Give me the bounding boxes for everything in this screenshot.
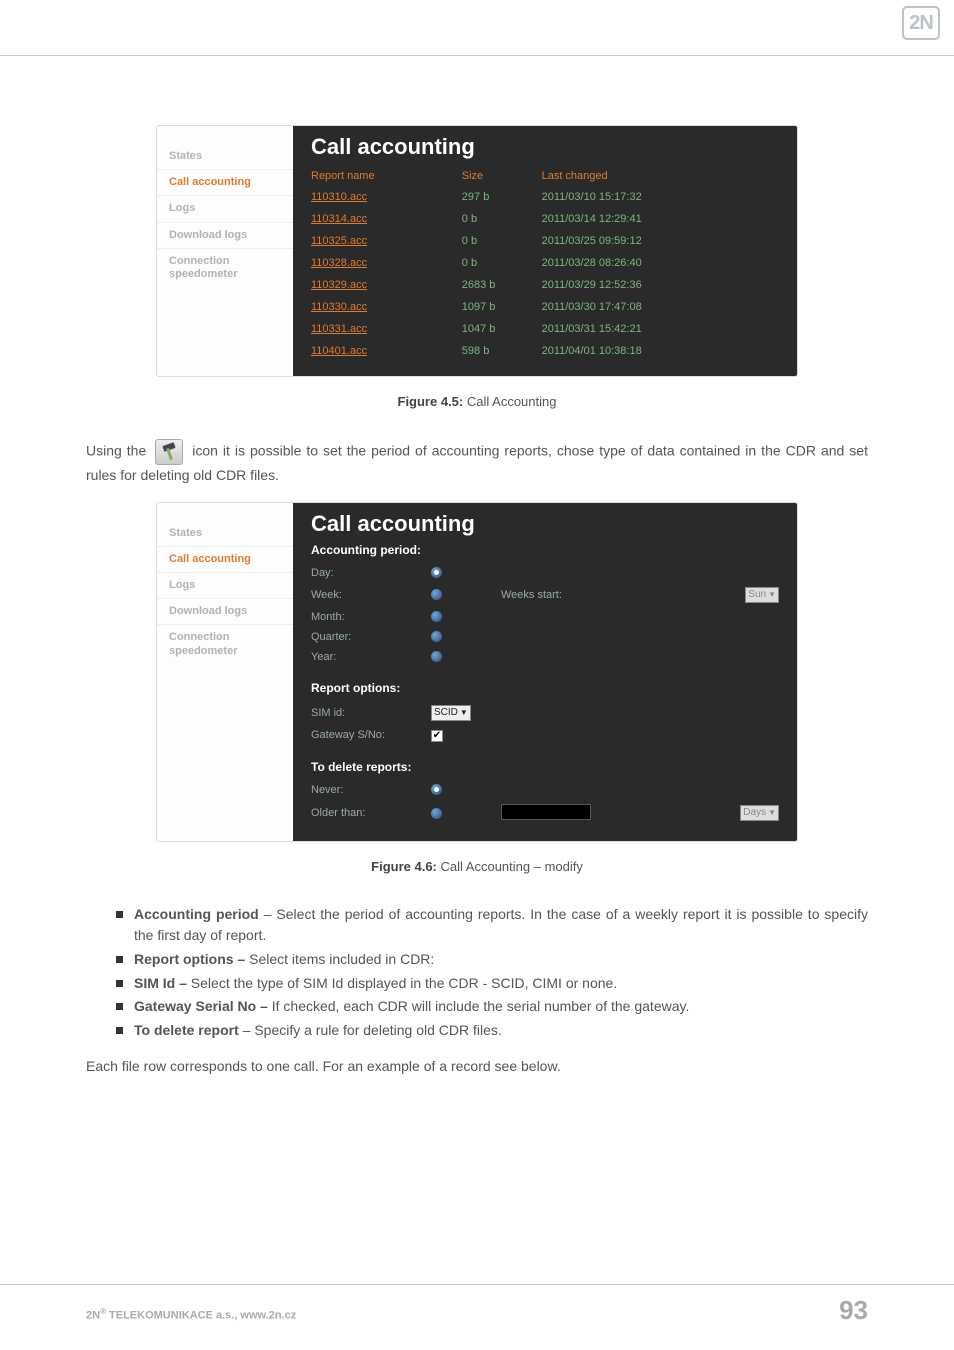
report-changed: 2011/03/28 08:26:40 [542, 252, 779, 274]
list-item: Report options – Select items included i… [116, 949, 868, 971]
sidebar-item-states: States [157, 521, 293, 547]
table-row: 110328.acc0 b2011/03/28 08:26:40 [311, 252, 779, 274]
screenshot-call-accounting-modify: States Call accounting Logs Download log… [157, 503, 797, 841]
report-changed: 2011/03/14 12:29:41 [542, 208, 779, 230]
checkbox-gateway-sno[interactable]: ✔ [431, 730, 443, 742]
row-sim-id: SIM id: SCID▼ [311, 701, 779, 725]
list-item: SIM Id – Select the type of SIM Id displ… [116, 973, 868, 995]
panel1-main: Call accounting Report name Size Last ch… [293, 126, 797, 376]
radio-year[interactable] [431, 651, 442, 662]
screenshot-call-accounting-list: States Call accounting Logs Download log… [157, 126, 797, 376]
list-item: Gateway Serial No – If checked, each CDR… [116, 996, 868, 1018]
radio-week[interactable] [431, 589, 442, 600]
report-changed: 2011/03/29 12:52:36 [542, 274, 779, 296]
section-report-options: Report options: [311, 681, 779, 695]
row-year: Year: [311, 647, 779, 667]
panel1-sidebar: States Call accounting Logs Download log… [157, 126, 293, 376]
paragraph-outro: Each file row corresponds to one call. F… [86, 1056, 868, 1078]
figure-caption-4-5: Figure 4.5: Call Accounting [86, 394, 868, 409]
row-month: Month: [311, 607, 779, 627]
list-item: Accounting period – Select the period of… [116, 904, 868, 947]
radio-older-than[interactable] [431, 808, 442, 819]
report-size: 598 b [462, 340, 542, 362]
sidebar-item-download-logs: Download logs [157, 223, 293, 249]
sidebar-item-logs: Logs [157, 196, 293, 222]
table-row: 110331.acc1047 b2011/03/31 15:42:21 [311, 318, 779, 340]
report-size: 0 b [462, 252, 542, 274]
footer-company: 2N® TELEKOMUNIKACE a.s., www.2n.cz [86, 1307, 296, 1322]
report-link[interactable]: 110329.acc [311, 274, 462, 296]
bullet-list: Accounting period – Select the period of… [86, 904, 868, 1042]
sidebar-item-connection-speedometer: Connection speedometer [157, 625, 293, 663]
brand-logo: 2N [902, 6, 940, 40]
section-accounting-period: Accounting period: [311, 543, 779, 557]
report-link[interactable]: 110328.acc [311, 252, 462, 274]
report-link[interactable]: 110330.acc [311, 296, 462, 318]
report-changed: 2011/03/31 15:42:21 [542, 318, 779, 340]
input-older-than[interactable] [501, 804, 591, 820]
panel2-sidebar: States Call accounting Logs Download log… [157, 503, 293, 841]
col-size: Size [462, 166, 542, 186]
table-row: 110329.acc2683 b2011/03/29 12:52:36 [311, 274, 779, 296]
report-size: 2683 b [462, 274, 542, 296]
report-link[interactable]: 110314.acc [311, 208, 462, 230]
select-sim-id[interactable]: SCID▼ [431, 705, 471, 721]
table-row: 110310.acc297 b2011/03/10 15:17:32 [311, 186, 779, 208]
radio-never[interactable] [431, 784, 442, 795]
report-changed: 2011/03/25 09:59:12 [542, 230, 779, 252]
radio-quarter[interactable] [431, 631, 442, 642]
row-quarter: Quarter: [311, 627, 779, 647]
sidebar-item-states: States [157, 144, 293, 170]
hammer-icon [155, 439, 183, 465]
page-footer: 2N® TELEKOMUNIKACE a.s., www.2n.cz 93 [0, 1284, 954, 1326]
radio-month[interactable] [431, 611, 442, 622]
report-size: 0 b [462, 230, 542, 252]
sidebar-item-download-logs: Download logs [157, 599, 293, 625]
sidebar-item-call-accounting: Call accounting [157, 547, 293, 573]
select-weeks-start[interactable]: Sun▼ [745, 587, 779, 603]
page-number: 93 [839, 1295, 868, 1326]
sidebar-item-connection-speedometer: Connection speedometer [157, 249, 293, 287]
paragraph-intro: Using the icon it is possible to set the… [86, 439, 868, 487]
report-link[interactable]: 110325.acc [311, 230, 462, 252]
sidebar-item-logs: Logs [157, 573, 293, 599]
report-changed: 2011/03/30 17:47:08 [542, 296, 779, 318]
report-link[interactable]: 110401.acc [311, 340, 462, 362]
row-gateway-sno: Gateway S/No: ✔ [311, 725, 779, 746]
select-older-unit[interactable]: Days▼ [740, 805, 779, 821]
table-row: 110401.acc598 b2011/04/01 10:38:18 [311, 340, 779, 362]
row-week: Week: Weeks start: Sun▼ [311, 583, 779, 607]
report-size: 0 b [462, 208, 542, 230]
col-last-changed: Last changed [542, 166, 779, 186]
report-changed: 2011/04/01 10:38:18 [542, 340, 779, 362]
radio-day[interactable] [431, 567, 442, 578]
row-day: Day: [311, 563, 779, 583]
report-size: 1097 b [462, 296, 542, 318]
panel2-title: Call accounting [311, 511, 779, 537]
row-older-than: Older than: Days▼ [311, 800, 779, 827]
panel2-main: Call accounting Accounting period: Day: … [293, 503, 797, 841]
list-item: To delete report – Specify a rule for de… [116, 1020, 868, 1042]
report-changed: 2011/03/10 15:17:32 [542, 186, 779, 208]
sidebar-item-call-accounting: Call accounting [157, 170, 293, 196]
table-row: 110330.acc1097 b2011/03/30 17:47:08 [311, 296, 779, 318]
table-row: 110325.acc0 b2011/03/25 09:59:12 [311, 230, 779, 252]
section-delete-reports: To delete reports: [311, 760, 779, 774]
panel1-title: Call accounting [311, 134, 779, 160]
report-size: 297 b [462, 186, 542, 208]
report-link[interactable]: 110310.acc [311, 186, 462, 208]
report-size: 1047 b [462, 318, 542, 340]
row-never: Never: [311, 780, 779, 800]
report-link[interactable]: 110331.acc [311, 318, 462, 340]
table-row: 110314.acc0 b2011/03/14 12:29:41 [311, 208, 779, 230]
figure-caption-4-6: Figure 4.6: Call Accounting – modify [86, 859, 868, 874]
col-report-name: Report name [311, 166, 462, 186]
reports-table: Report name Size Last changed 110310.acc… [311, 166, 779, 362]
